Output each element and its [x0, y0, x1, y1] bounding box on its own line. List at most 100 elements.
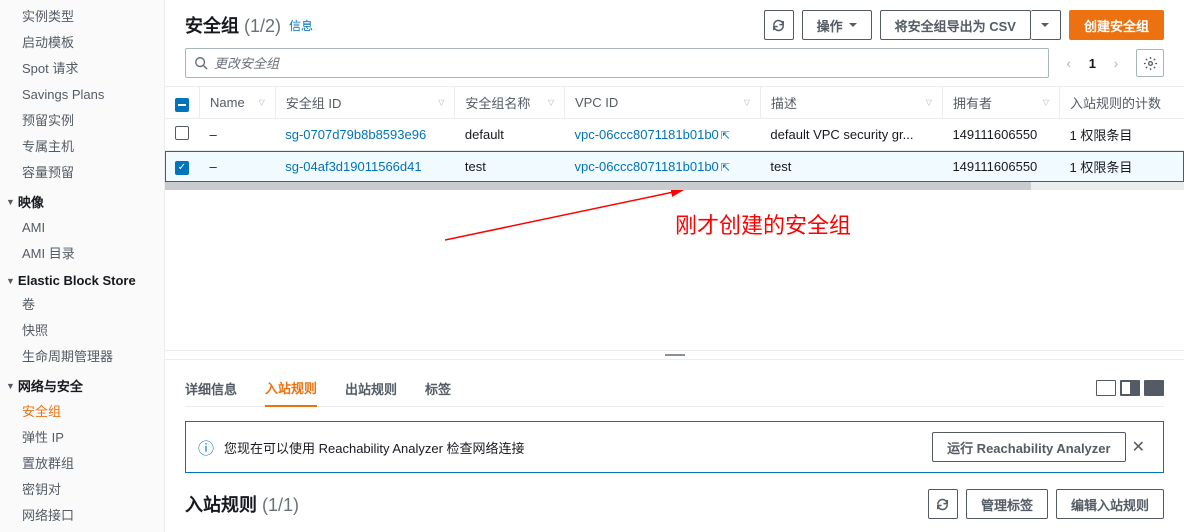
sidebar-item-placement-groups[interactable]: 置放群组 [0, 451, 164, 477]
col-desc[interactable]: 描述▽ [760, 87, 942, 119]
page-number: 1 [1089, 56, 1096, 71]
manage-tags-button[interactable]: 管理标签 [966, 489, 1048, 519]
sort-icon: ▽ [548, 100, 554, 105]
section-title-text: 入站规则 [185, 495, 257, 515]
main-content: 安全组 (1/2) 信息 操作 将安全组导出为 CSV 创建安全组 [165, 0, 1184, 532]
sidebar-item-launch-templates[interactable]: 启动模板 [0, 30, 164, 56]
tab-details[interactable]: 详细信息 [185, 371, 237, 406]
info-alert: ⓘ 您现在可以使用 Reachability Analyzer 检查网络连接 运… [185, 421, 1164, 473]
next-page-button[interactable]: › [1108, 55, 1124, 71]
page-title: 安全组 (1/2) [185, 12, 281, 38]
sort-icon: ▽ [926, 100, 932, 105]
sidebar-heading-label: Elastic Block Store [18, 273, 136, 288]
search-input[interactable] [214, 56, 1040, 71]
col-vpcid[interactable]: VPC ID ▽ [564, 87, 760, 119]
cell-owner: 149111606550 [942, 151, 1059, 183]
col-label: VPC ID [575, 95, 618, 110]
export-csv-dropdown[interactable] [1031, 10, 1061, 40]
view-mode-switcher [1096, 380, 1164, 396]
row-checkbox[interactable]: ✓ [175, 161, 189, 175]
tab-outbound-rules[interactable]: 出站规则 [345, 371, 397, 406]
actions-button[interactable]: 操作 [802, 10, 872, 40]
table-row[interactable]: ✓ – sg-04af3d19011566d41 test vpc-06ccc8… [165, 151, 1184, 183]
tab-inbound-rules[interactable]: 入站规则 [265, 370, 317, 407]
grip-icon [665, 354, 685, 356]
run-reachability-analyzer-button[interactable]: 运行 Reachability Analyzer [932, 432, 1126, 462]
sidebar-item-ami-catalog[interactable]: AMI 目录 [0, 241, 164, 267]
sort-icon: ▽ [1043, 100, 1049, 105]
sidebar-item-elastic-ips[interactable]: 弹性 IP [0, 425, 164, 451]
section-title-count: (1/1) [262, 495, 299, 515]
prev-page-button[interactable]: ‹ [1061, 55, 1077, 71]
view-mode-split-horizontal[interactable] [1120, 380, 1140, 396]
horizontal-scrollbar[interactable] [165, 182, 1184, 190]
row-checkbox[interactable] [175, 126, 189, 140]
sidebar-item-security-groups[interactable]: 安全组 [0, 399, 164, 425]
sgid-link[interactable]: sg-0707d79b8b8593e96 [285, 127, 426, 142]
search-icon [194, 56, 208, 70]
refresh-icon [771, 18, 786, 33]
cell-desc: test [760, 151, 942, 183]
vpcid-link[interactable]: vpc-06ccc8071181b01b0 [574, 127, 718, 142]
vpcid-link[interactable]: vpc-06ccc8071181b01b0 [574, 159, 718, 174]
col-owner[interactable]: 拥有者▽ [942, 87, 1059, 119]
sidebar-heading-images[interactable]: ▼映像 [0, 186, 164, 215]
col-label: Name [210, 95, 245, 110]
export-csv-button[interactable]: 将安全组导出为 CSV [880, 10, 1031, 40]
view-mode-single[interactable] [1096, 380, 1116, 396]
info-link[interactable]: 信息 [289, 17, 313, 34]
tab-tags[interactable]: 标签 [425, 371, 451, 406]
scrollbar-thumb[interactable] [165, 182, 1031, 190]
sidebar-item-ami[interactable]: AMI [0, 215, 164, 241]
settings-button[interactable] [1136, 49, 1164, 77]
col-sgname[interactable]: 安全组名称 ▽ [455, 87, 565, 119]
cell-inbound: 1 权限条目 [1059, 151, 1184, 183]
sidebar-item-lifecycle-manager[interactable]: 生命周期管理器 [0, 344, 164, 370]
sidebar: 实例类型 启动模板 Spot 请求 Savings Plans 预留实例 专属主… [0, 0, 165, 532]
section-header: 入站规则 (1/1) 管理标签 编辑入站规则 [185, 489, 1164, 519]
col-label: 安全组名称 [465, 93, 530, 112]
search-box[interactable] [185, 48, 1049, 78]
chevron-down-icon [849, 23, 857, 27]
refresh-button[interactable] [764, 10, 794, 40]
sidebar-item-network-interfaces[interactable]: 网络接口 [0, 503, 164, 529]
sidebar-heading-ebs[interactable]: ▼Elastic Block Store [0, 267, 164, 292]
sidebar-item-key-pairs[interactable]: 密钥对 [0, 477, 164, 503]
sidebar-item-reserved-instances[interactable]: 预留实例 [0, 108, 164, 134]
sidebar-item-dedicated-hosts[interactable]: 专属主机 [0, 134, 164, 160]
page-title-count: (1/2) [244, 16, 281, 36]
sidebar-heading-label: 网络与安全 [18, 376, 83, 395]
chevron-down-icon [1041, 23, 1049, 27]
annotation-text: 刚才创建的安全组 [675, 208, 851, 240]
create-security-group-button[interactable]: 创建安全组 [1069, 10, 1164, 40]
table-row[interactable]: – sg-0707d79b8b8593e96 default vpc-06ccc… [165, 119, 1184, 151]
close-alert-button[interactable]: ✕ [1126, 437, 1151, 457]
refresh-rules-button[interactable] [928, 489, 958, 519]
view-mode-full[interactable] [1144, 380, 1164, 396]
edit-inbound-rules-button[interactable]: 编辑入站规则 [1056, 489, 1164, 519]
sidebar-item-capacity-reservations[interactable]: 容量预留 [0, 160, 164, 186]
info-icon: ⓘ [198, 435, 214, 459]
sidebar-item-instance-types[interactable]: 实例类型 [0, 4, 164, 30]
sort-icon: ▽ [259, 100, 265, 105]
annotation-arrow-icon [445, 190, 695, 250]
col-sgid[interactable]: 安全组 ID▽ [275, 87, 455, 119]
sidebar-item-volumes[interactable]: 卷 [0, 292, 164, 318]
sort-icon: ▽ [744, 100, 750, 105]
col-name[interactable]: Name ▽ [200, 87, 276, 119]
external-link-icon: ⇱ [721, 162, 730, 174]
splitter-handle[interactable] [165, 350, 1184, 360]
sidebar-item-savings-plans[interactable]: Savings Plans [0, 82, 164, 108]
sgid-link[interactable]: sg-04af3d19011566d41 [285, 159, 421, 174]
col-label: 入站规则的计数 [1070, 93, 1161, 112]
cell-desc: default VPC security gr... [760, 119, 942, 151]
cell-inbound: 1 权限条目 [1059, 119, 1184, 151]
sidebar-item-snapshots[interactable]: 快照 [0, 318, 164, 344]
cell-sgname: test [455, 151, 565, 183]
col-inbound[interactable]: 入站规则的计数 [1059, 87, 1184, 119]
sidebar-item-spot-requests[interactable]: Spot 请求 [0, 56, 164, 82]
sidebar-heading-label: 映像 [18, 192, 44, 211]
actions-label: 操作 [817, 16, 843, 35]
sidebar-heading-network-security[interactable]: ▼网络与安全 [0, 370, 164, 399]
select-all-checkbox[interactable] [175, 98, 189, 112]
